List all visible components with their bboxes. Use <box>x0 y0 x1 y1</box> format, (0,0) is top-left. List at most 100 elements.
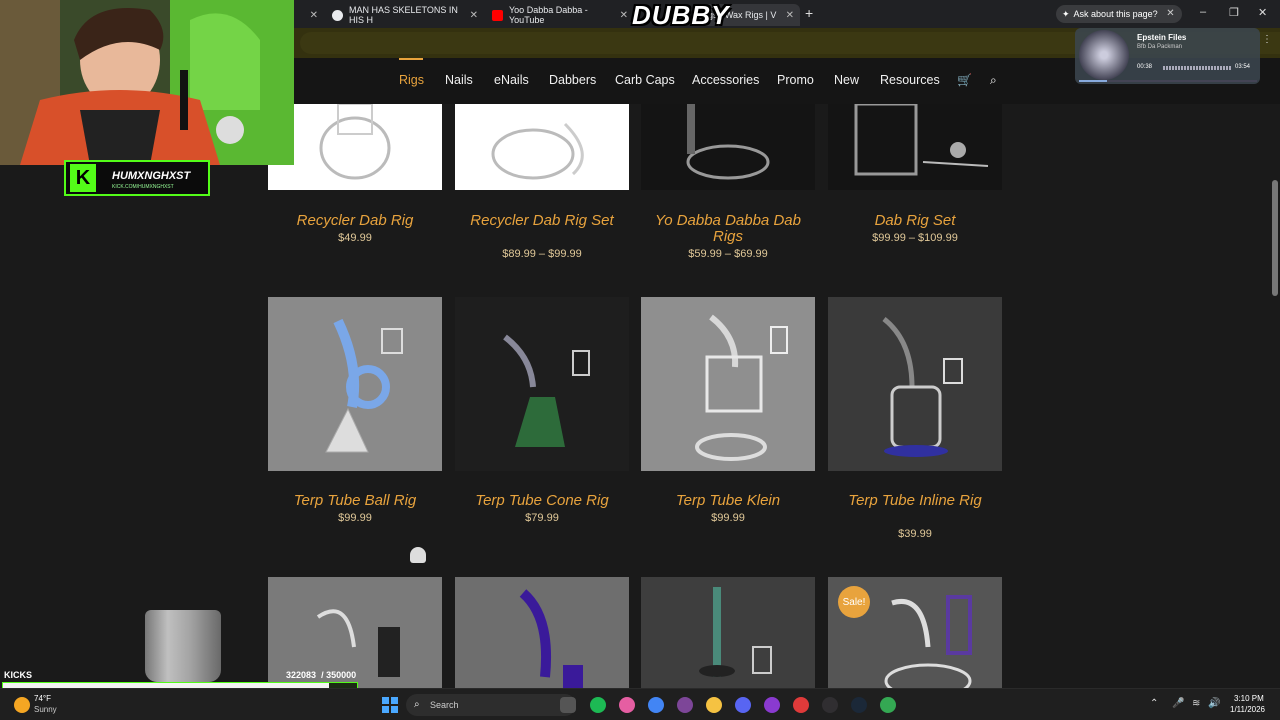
glass-rig-icon <box>268 297 442 471</box>
search-icon[interactable]: ⌕ <box>990 73 997 88</box>
close-icon[interactable]: ✕ <box>470 10 478 21</box>
plus-icon[interactable]: + <box>805 5 813 21</box>
close-icon[interactable]: ✕ <box>620 10 628 21</box>
chrome-alt-icon[interactable] <box>880 697 896 713</box>
nav-rigs[interactable]: Rigs <box>399 73 424 87</box>
microphone-icon[interactable]: 🎤 <box>1172 698 1184 709</box>
nav-accessories[interactable]: Accessories <box>692 73 759 87</box>
kebab-menu-icon[interactable]: ⋮ <box>1262 35 1272 45</box>
glass-rig-icon <box>828 104 1002 190</box>
clock-time[interactable]: 3:10 PM <box>1234 694 1264 703</box>
product-image-terp-tube-klein[interactable] <box>641 297 815 471</box>
product-image-row3-3[interactable] <box>641 577 815 688</box>
close-icon[interactable]: ✕ <box>786 10 794 21</box>
product-price: $59.99 – $69.99 <box>688 248 768 260</box>
product-price: $79.99 <box>525 512 559 524</box>
tab-title: Yoo Dabba Dabba - YouTube <box>509 5 588 25</box>
spotify-icon[interactable] <box>590 697 606 713</box>
product-price: $99.99 <box>338 512 372 524</box>
nav-enails[interactable]: eNails <box>494 73 529 87</box>
webcam-overlay <box>0 0 294 165</box>
tab-man-has-skeletons[interactable]: MAN HAS SKELETONS IN HIS H ✕ <box>324 4 484 26</box>
clock-date[interactable]: 1/11/2026 <box>1230 705 1265 714</box>
goal-count: 322083 / 350000 <box>286 670 356 680</box>
kick-channel-url: KICK.COM/HUMXNGHXST <box>112 184 174 190</box>
goal-target: / 350000 <box>321 670 357 680</box>
volume-icon[interactable]: 🔊 <box>1208 698 1220 709</box>
glass-rig-icon <box>641 297 815 471</box>
windows-start-icon[interactable] <box>382 697 398 713</box>
product-image-dab-rig-set[interactable] <box>828 104 1002 190</box>
track-artist: Bfb Da Packman <box>1137 44 1183 50</box>
kick-channel-badge: K HUMXNGHXST KICK.COM/HUMXNGHXST <box>64 160 210 196</box>
product-price: $99.99 – $109.99 <box>872 232 958 244</box>
weather-condition[interactable]: Sunny <box>34 705 57 714</box>
active-indicator <box>399 58 423 60</box>
nav-dabbers[interactable]: Dabbers <box>549 73 596 87</box>
file-explorer-icon[interactable] <box>706 697 722 713</box>
product-title[interactable]: Terp Tube Cone Rig <box>455 493 629 509</box>
nav-promo[interactable]: Promo <box>777 73 814 87</box>
product-image-terp-tube-cone-rig[interactable] <box>455 297 629 471</box>
wifi-icon[interactable]: ≋ <box>1192 698 1200 709</box>
weather-temp[interactable]: 74°F <box>34 694 51 703</box>
weather-sun-icon[interactable] <box>14 697 30 713</box>
product-price: $39.99 <box>898 528 932 540</box>
product-image-terp-tube-inline-rig[interactable] <box>828 297 1002 471</box>
glass-rig-icon <box>268 104 442 190</box>
task-view-icon[interactable] <box>560 697 576 713</box>
tab-yoo-dabba-dabba[interactable]: Yoo Dabba Dabba - YouTube ✕ <box>484 4 634 26</box>
product-title[interactable]: Terp Tube Klein <box>641 493 815 509</box>
youtube-icon <box>492 9 503 21</box>
cart-icon[interactable]: 🛒 <box>957 73 972 87</box>
track-progress-fill <box>1079 80 1108 82</box>
nav-nails[interactable]: Nails <box>445 73 473 87</box>
taskbar-search[interactable]: ⌕ Search <box>406 694 576 716</box>
app-icon[interactable] <box>764 697 780 713</box>
discord-icon[interactable] <box>735 697 751 713</box>
stream-watermark: DUBBY <box>632 0 730 30</box>
close-icon[interactable]: ✕ <box>1166 8 1174 19</box>
glass-cup-image <box>145 610 221 682</box>
scrollbar-thumb[interactable] <box>1272 180 1278 296</box>
goal-current: 322083 <box>286 670 317 680</box>
product-image-recycler-dab-rig[interactable] <box>268 104 442 190</box>
search-icon: ⌕ <box>414 699 420 710</box>
album-art <box>1079 30 1129 80</box>
steam-icon[interactable] <box>851 697 867 713</box>
product-image-recycler-dab-rig-set[interactable] <box>455 104 629 190</box>
product-title[interactable]: Recycler Dab Rig Set <box>455 213 629 229</box>
kick-channel-name: HUMXNGHXST <box>112 170 191 182</box>
product-title[interactable]: Dab Rig Set <box>828 213 1002 229</box>
nav-carb-caps[interactable]: Carb Caps <box>615 73 675 87</box>
product-title[interactable]: Yo Dabba Dabba Dab Rigs <box>641 213 815 245</box>
itunes-icon[interactable] <box>619 697 635 713</box>
ask-about-page-button[interactable]: ✦ Ask about this page? ✕ <box>1056 5 1182 23</box>
chrome-icon[interactable] <box>648 697 664 713</box>
minimize-icon[interactable]: – <box>1200 6 1206 18</box>
search-placeholder: Search <box>430 700 459 710</box>
google-icon <box>332 9 343 21</box>
product-image-terp-tube-ball-rig[interactable] <box>268 297 442 471</box>
product-image-row3-2[interactable] <box>455 577 629 688</box>
product-price: $89.99 – $99.99 <box>502 248 582 260</box>
product-title[interactable]: Terp Tube Inline Rig <box>828 493 1002 509</box>
tor-icon[interactable] <box>677 697 693 713</box>
nav-new[interactable]: New <box>834 73 859 87</box>
product-image-yo-dabba-dabba[interactable] <box>641 104 815 190</box>
close-window-icon[interactable]: ✕ <box>1258 6 1267 19</box>
tab-close-icon[interactable]: ✕ <box>300 4 324 26</box>
track-duration: 03:54 <box>1235 64 1251 70</box>
now-playing-widget: Epstein Files Bfb Da Packman 00:38 03:54 <box>1075 28 1260 84</box>
roblox-icon[interactable] <box>793 697 809 713</box>
obs-icon[interactable] <box>822 697 838 713</box>
chevron-up-icon[interactable]: ⌃ <box>1150 698 1158 709</box>
ask-label: Ask about this page? <box>1073 9 1158 19</box>
maximize-icon[interactable]: ❐ <box>1229 6 1239 19</box>
goal-label: KICKS <box>4 670 33 680</box>
screen: ✕ MAN HAS SKELETONS IN HIS H ✕ Yoo Dabba… <box>0 0 1280 720</box>
nav-resources[interactable]: Resources <box>880 73 940 87</box>
product-title[interactable]: Terp Tube Ball Rig <box>268 493 442 509</box>
product-title[interactable]: Recycler Dab Rig <box>268 213 442 229</box>
glass-rig-icon <box>455 577 629 688</box>
